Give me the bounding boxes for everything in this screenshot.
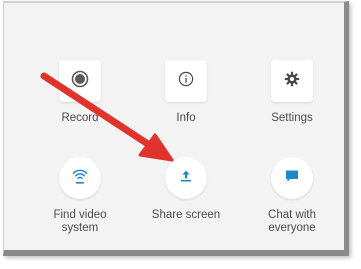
chat-label: Chat with everyone [268, 209, 316, 234]
chat-button[interactable] [271, 157, 313, 199]
settings-label: Settings [271, 112, 313, 124]
record-icon [71, 70, 89, 93]
share-screen-label: Share screen [151, 209, 221, 221]
share-screen-button[interactable] [165, 157, 207, 199]
panel-divider [4, 2, 344, 3]
info-item: Info [131, 60, 241, 125]
find-video-system-label: Find video system [53, 209, 107, 234]
info-label: Info [176, 112, 196, 124]
record-label: Record [61, 112, 99, 124]
upload-icon [178, 168, 194, 189]
settings-button[interactable] [271, 60, 313, 102]
share-screen-item: Share screen [131, 157, 241, 222]
proximity-icon [71, 166, 89, 191]
find-video-system-item: Find video system [25, 157, 135, 235]
record-button[interactable] [59, 60, 101, 102]
chat-icon [284, 168, 300, 189]
info-icon [178, 71, 194, 92]
settings-item: Settings [237, 60, 347, 125]
chat-item: Chat with everyone [237, 157, 347, 235]
info-button[interactable] [165, 60, 207, 102]
record-item: Record [25, 60, 135, 125]
gear-icon [284, 71, 300, 92]
find-video-system-button[interactable] [59, 157, 101, 199]
